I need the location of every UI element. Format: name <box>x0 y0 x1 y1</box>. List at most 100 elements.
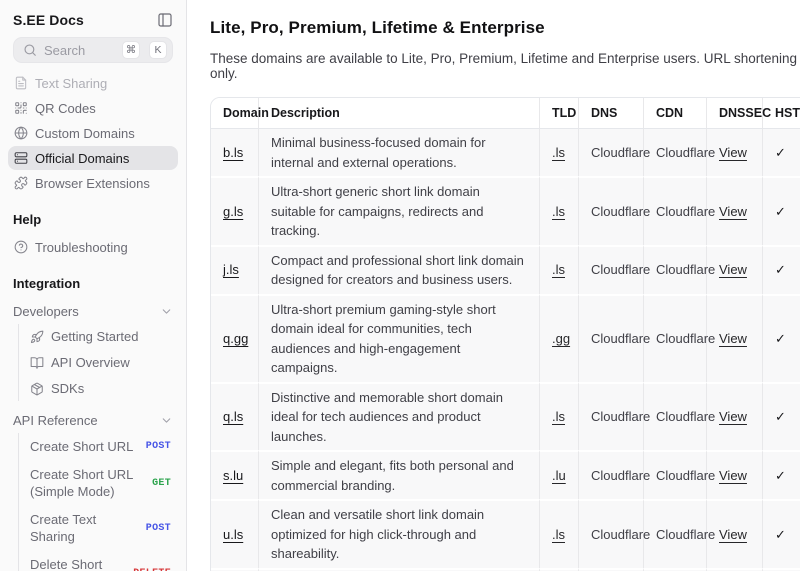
sidebar-item-label: Create Short URL <box>30 438 138 456</box>
sidebar-group-api-reference[interactable]: API Reference <box>13 408 173 432</box>
http-method-badge: GET <box>152 478 171 489</box>
sidebar-item-text-sharing[interactable]: Text Sharing <box>8 71 178 95</box>
tld-link[interactable]: .ls <box>552 204 565 219</box>
shortcut-key-cmd: ⌘ <box>122 41 140 59</box>
domain-description: Simple and elegant, fits both personal a… <box>258 450 539 499</box>
dnssec-view-link[interactable]: View <box>719 468 747 483</box>
sidebar-item-label: QR Codes <box>35 101 96 116</box>
tld-link[interactable]: .ls <box>552 409 565 424</box>
domain-link[interactable]: s.lu <box>223 468 243 483</box>
sidebar-item-qr-codes[interactable]: QR Codes <box>8 96 178 120</box>
tld-link[interactable]: .lu <box>552 468 566 483</box>
cdn-provider: Cloudflare <box>643 382 706 451</box>
sidebar-item-label: Official Domains <box>35 151 129 166</box>
sidebar-group-developers[interactable]: Developers <box>13 299 173 323</box>
table-header-row: Domain Description TLD DNS CDN DNSSEC HS… <box>211 98 800 129</box>
domain-description: Distinctive and memorable short domain i… <box>258 382 539 451</box>
hsts-check: ✓ <box>762 245 800 294</box>
domain-description: Clean and versatile short link domain op… <box>258 499 539 568</box>
dnssec-view-link[interactable]: View <box>719 409 747 424</box>
file-text-icon <box>14 76 28 90</box>
sidebar-item-api-endpoint[interactable]: Create Short URL POST <box>28 433 173 461</box>
dns-provider: Cloudflare <box>578 129 643 176</box>
tld-link[interactable]: .ls <box>552 262 565 277</box>
search-input[interactable]: Search ⌘ K <box>13 37 173 63</box>
book-open-icon <box>30 356 44 370</box>
dns-provider: Cloudflare <box>578 294 643 382</box>
table-row: s.lu Simple and elegant, fits both perso… <box>211 450 800 499</box>
sidebar-item-troubleshooting[interactable]: Troubleshooting <box>8 235 178 259</box>
cdn-provider: Cloudflare <box>643 294 706 382</box>
sidebar-item-api-endpoint[interactable]: Delete Short URL DELETE <box>28 551 173 571</box>
sidebar-item-api-overview[interactable]: API Overview <box>28 350 173 375</box>
sidebar-item-label: SDKs <box>51 381 84 396</box>
sidebar-item-api-endpoint[interactable]: Create Text Sharing POST <box>28 506 173 551</box>
domain-link[interactable]: q.ls <box>223 409 243 424</box>
main-content: Lite, Pro, Premium, Lifetime & Enterpris… <box>187 0 800 571</box>
table-row: b.ls Minimal business-focused domain for… <box>211 129 800 176</box>
sidebar-item-getting-started[interactable]: Getting Started <box>28 324 173 349</box>
domain-link[interactable]: g.ls <box>223 204 243 219</box>
help-nav: Troubleshooting <box>8 235 178 259</box>
sidebar-item-label: Create Short URL (Simple Mode) <box>30 466 144 501</box>
group-label: API Reference <box>13 413 98 428</box>
sidebar-item-official-domains[interactable]: Official Domains <box>8 146 178 170</box>
http-method-badge: POST <box>146 441 171 452</box>
table-row: u.ls Clean and versatile short link doma… <box>211 499 800 568</box>
sidebar-nav: Text Sharing QR Codes Custom Domains Off… <box>8 71 178 195</box>
section-header-help: Help <box>13 212 173 228</box>
domains-table: Domain Description TLD DNS CDN DNSSEC HS… <box>210 97 800 571</box>
dns-provider: Cloudflare <box>578 499 643 568</box>
column-header-tld: TLD <box>539 98 578 129</box>
table-row: j.ls Compact and professional short link… <box>211 245 800 294</box>
domain-link[interactable]: u.ls <box>223 527 243 542</box>
qr-code-icon <box>14 101 28 115</box>
hsts-check: ✓ <box>762 129 800 176</box>
sidebar-item-label: Getting Started <box>51 329 138 344</box>
sidebar-item-sdks[interactable]: SDKs <box>28 376 173 401</box>
group-label: Developers <box>13 304 79 319</box>
tld-link[interactable]: .gg <box>552 331 570 346</box>
shortcut-key-k: K <box>149 41 167 59</box>
dnssec-view-link[interactable]: View <box>719 145 747 160</box>
sidebar: S.EE Docs Search ⌘ K Text Sharing QR Cod… <box>0 0 187 571</box>
hsts-check: ✓ <box>762 568 800 571</box>
column-header-dnssec: DNSSEC <box>706 98 762 129</box>
domain-description: Ultra-short premium gaming-style short d… <box>258 294 539 382</box>
globe-icon <box>14 126 28 140</box>
cdn-provider: Cloudflare <box>643 245 706 294</box>
tld-link[interactable]: .ls <box>552 145 565 160</box>
column-header-description: Description <box>258 98 539 129</box>
dnssec-view-link[interactable]: View <box>719 204 747 219</box>
sidebar-item-custom-domains[interactable]: Custom Domains <box>8 121 178 145</box>
api-reference-children: Create Short URL POST Create Short URL (… <box>18 433 173 571</box>
page-title: Lite, Pro, Premium, Lifetime & Enterpris… <box>210 18 800 38</box>
puzzle-icon <box>14 176 28 190</box>
domain-description: Compact and professional short link doma… <box>258 245 539 294</box>
table-row: u.nu Ultra-short premium domain, focused… <box>211 568 800 571</box>
hsts-check: ✓ <box>762 176 800 245</box>
page-subtitle: These domains are available to Lite, Pro… <box>210 51 800 81</box>
sidebar-item-browser-extensions[interactable]: Browser Extensions <box>8 171 178 195</box>
developers-children: Getting Started API Overview SDKs <box>18 324 173 401</box>
dnssec-view-link[interactable]: View <box>719 527 747 542</box>
table-row: q.gg Ultra-short premium gaming-style sh… <box>211 294 800 382</box>
dns-provider: Cloudflare <box>578 245 643 294</box>
domain-link[interactable]: j.ls <box>223 262 239 277</box>
dnssec-view-link[interactable]: View <box>719 262 747 277</box>
tld-link[interactable]: .ls <box>552 527 565 542</box>
dnssec-view-link[interactable]: View <box>719 331 747 346</box>
table-row: q.ls Distinctive and memorable short dom… <box>211 382 800 451</box>
domain-link[interactable]: q.gg <box>223 331 248 346</box>
search-placeholder: Search <box>44 43 115 58</box>
domain-description: Ultra-short premium domain, focused on m… <box>258 568 539 571</box>
domain-link[interactable]: b.ls <box>223 145 243 160</box>
domain-description: Ultra-short generic short link domain su… <box>258 176 539 245</box>
sidebar-item-label: Troubleshooting <box>35 240 128 255</box>
sidebar-toggle-button[interactable] <box>157 12 173 28</box>
sidebar-item-api-endpoint[interactable]: Create Short URL (Simple Mode) GET <box>28 461 173 506</box>
column-header-domain: Domain <box>211 98 258 129</box>
sidebar-header: S.EE Docs <box>13 9 173 31</box>
sidebar-item-label: Custom Domains <box>35 126 135 141</box>
hsts-check: ✓ <box>762 294 800 382</box>
